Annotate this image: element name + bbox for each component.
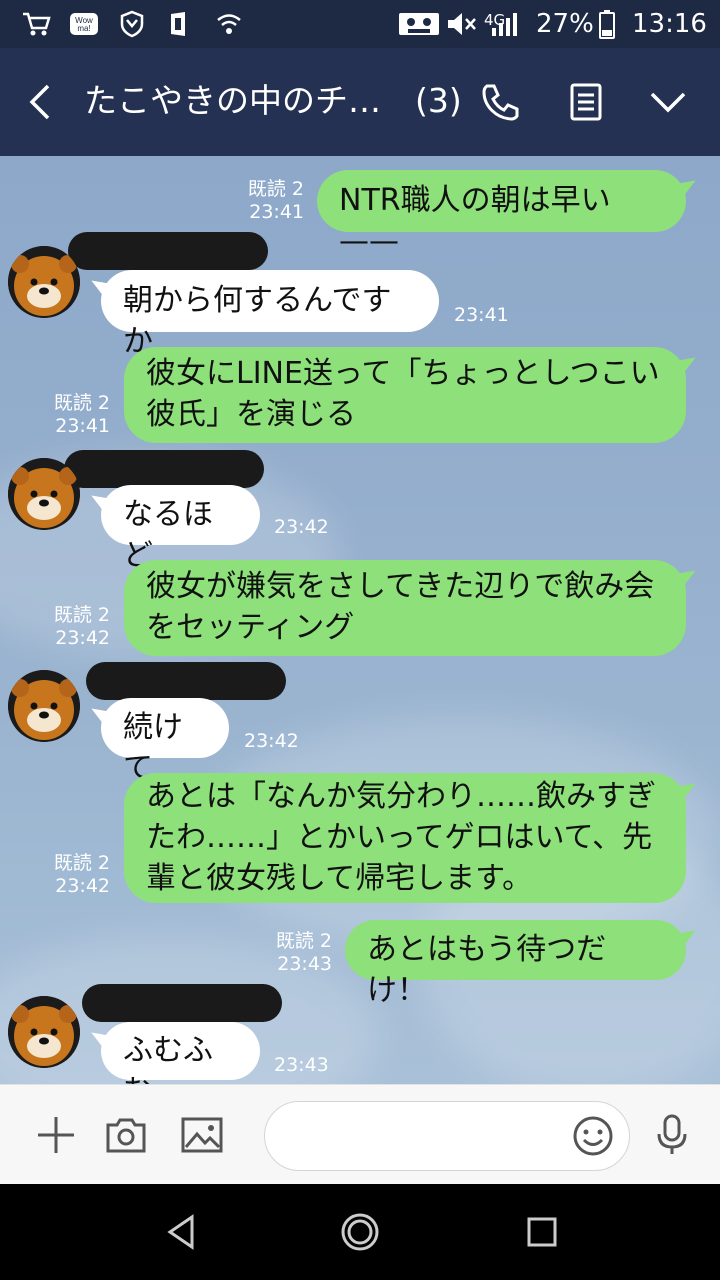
office-icon xyxy=(164,10,194,38)
read-receipt: 既読 2 23:41 xyxy=(247,178,304,223)
home-circle-icon[interactable] xyxy=(340,1212,380,1252)
clock: 13:16 xyxy=(632,9,707,39)
chat-header: たこやきの中のチ… (3) xyxy=(0,48,720,156)
cassette-icon xyxy=(398,10,440,38)
camera-icon[interactable] xyxy=(104,1113,148,1157)
status-bar: Wow ma! 4G 27% 13:16 xyxy=(0,0,720,48)
phone-icon[interactable] xyxy=(478,80,522,124)
message-time: 23:42 xyxy=(274,516,329,538)
message-bubble-received[interactable]: 続けて xyxy=(101,698,229,786)
avatar[interactable] xyxy=(8,246,80,318)
mute-icon xyxy=(444,10,478,38)
avatar[interactable] xyxy=(8,670,80,742)
message-bubble-received[interactable]: なるほど xyxy=(101,485,260,573)
sender-name-redacted xyxy=(82,984,282,1022)
cart-icon xyxy=(20,10,52,38)
image-icon[interactable] xyxy=(180,1113,224,1157)
battery-percent: 27% xyxy=(536,9,594,39)
message-input[interactable] xyxy=(264,1101,630,1171)
plus-icon[interactable] xyxy=(34,1113,78,1157)
message-input-bar xyxy=(0,1084,720,1184)
message-bubble-received[interactable]: 朝から何するんですか xyxy=(101,270,439,359)
read-receipt: 既読 2 23:42 xyxy=(53,852,110,897)
message-bubble-sent[interactable]: あとはもう待つだけ！ xyxy=(345,920,686,1008)
member-count: (3) xyxy=(415,81,462,120)
wowma-icon: Wow ma! xyxy=(68,10,100,38)
avatar[interactable] xyxy=(8,458,80,530)
back-icon[interactable] xyxy=(22,82,62,122)
chat-title[interactable]: たこやきの中のチ… xyxy=(84,78,381,124)
sender-name-redacted xyxy=(86,662,286,700)
back-triangle-icon[interactable] xyxy=(162,1212,202,1252)
message-bubble-sent[interactable]: 彼女が嫌気をさしてきた辺りで飲み会 をセッティング xyxy=(124,560,686,656)
sender-name-redacted xyxy=(68,232,268,270)
message-time: 23:43 xyxy=(274,1054,329,1076)
chat-area[interactable]: 既読 2 23:41 NTR職人の朝は早い—— 朝から何するんですか 23:41 … xyxy=(0,156,720,1084)
message-time: 23:41 xyxy=(454,304,509,326)
message-bubble-sent[interactable]: あとは「なんか気分わり……飲みすぎ たわ……」とかいってゲロはいて、先 輩と彼女残し… xyxy=(124,773,686,903)
message-time: 23:42 xyxy=(244,730,299,752)
sender-name-redacted xyxy=(64,450,264,488)
read-receipt: 既読 2 23:42 xyxy=(53,604,110,649)
message-bubble-sent[interactable]: 彼女にLINE送って「ちょっとしつこい 彼氏」を演じる xyxy=(124,347,686,443)
battery-icon xyxy=(598,10,616,39)
message-bubble-received[interactable]: ふむふむ xyxy=(101,1022,260,1084)
system-nav-bar xyxy=(0,1184,720,1280)
recents-square-icon[interactable] xyxy=(522,1212,562,1252)
shield-icon xyxy=(118,10,146,38)
wifi-icon xyxy=(214,10,244,38)
read-receipt: 既読 2 23:43 xyxy=(275,930,332,975)
message-bubble-sent[interactable]: NTR職人の朝は早い—— xyxy=(317,170,686,259)
read-receipt: 既読 2 23:41 xyxy=(53,392,110,437)
emoji-icon[interactable] xyxy=(571,1114,615,1158)
signal-icon xyxy=(488,10,522,38)
notes-icon[interactable] xyxy=(564,80,608,124)
svg-text:ma!: ma! xyxy=(77,24,90,33)
chevron-down-icon[interactable] xyxy=(646,80,690,124)
avatar[interactable] xyxy=(8,996,80,1068)
mic-icon[interactable] xyxy=(650,1113,694,1157)
